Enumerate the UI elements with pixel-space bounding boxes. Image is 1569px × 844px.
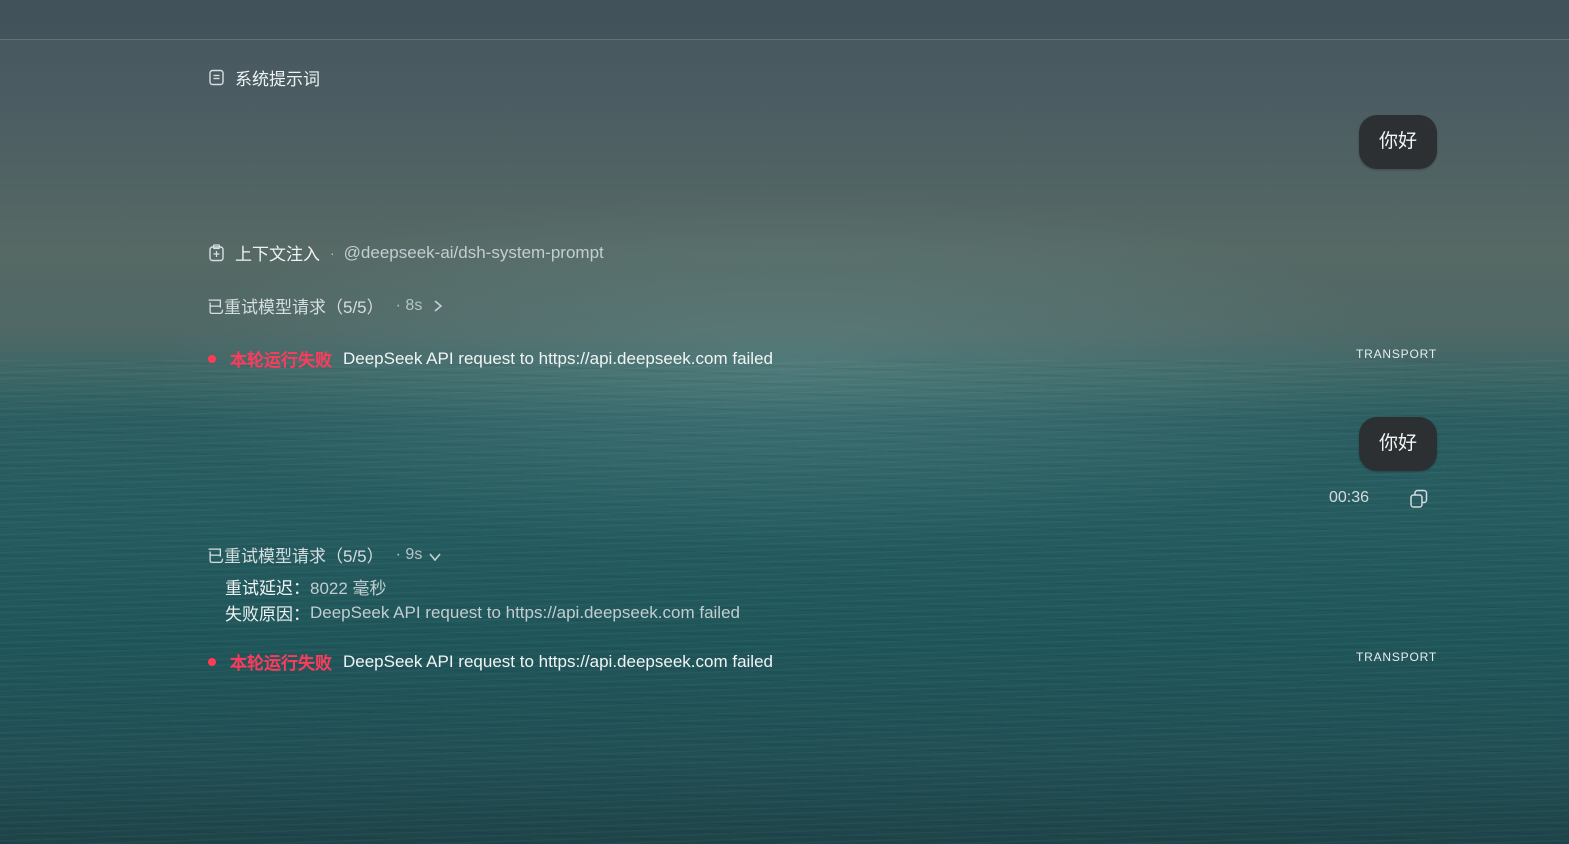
chevron-down-icon [428, 551, 442, 563]
retry-duration: · 8s [395, 296, 423, 314]
retry-detail-reason: 失败原因： DeepSeek API request to https://ap… [225, 600, 740, 625]
retry-detail-delay: 重试延迟： 8022 毫秒 [225, 574, 387, 599]
document-icon [207, 69, 225, 87]
retry-duration: · 9s [395, 545, 423, 563]
error-type-tag: TRANSPORT [1356, 650, 1437, 664]
message-timestamp: 00:36 [1329, 489, 1370, 506]
context-source: @deepseek-ai/dsh-system-prompt [343, 242, 604, 262]
system-prompt-row[interactable]: 系统提示词 [207, 65, 320, 90]
detail-value: DeepSeek API request to https://api.deep… [310, 602, 740, 622]
chevron-right-icon [432, 299, 444, 313]
clipboard-icon [207, 243, 225, 262]
error-label: 本轮运行失败 [230, 654, 332, 673]
context-injection-row[interactable]: 上下文注入 · @deepseek-ai/dsh-system-prompt [207, 240, 604, 265]
error-message: DeepSeek API request to https://api.deep… [343, 348, 773, 368]
ocean-background [0, 0, 1569, 844]
error-label: 本轮运行失败 [230, 351, 332, 370]
top-bar [0, 0, 1569, 40]
copy-icon[interactable] [1408, 488, 1430, 510]
user-message-bubble: 你好 [1358, 115, 1437, 169]
user-message-bubble: 你好 [1358, 417, 1437, 471]
context-injection-label: 上下文注入 [235, 245, 320, 264]
error-row: 本轮运行失败 DeepSeek API request to https://a… [208, 346, 773, 371]
retry-title: 已重试模型请求（5/5） [207, 547, 384, 566]
error-row: 本轮运行失败 DeepSeek API request to https://a… [208, 649, 773, 674]
retry-toggle[interactable]: 已重试模型请求（5/5） · 9s [207, 542, 442, 567]
error-message: DeepSeek API request to https://api.deep… [343, 651, 773, 671]
retry-toggle[interactable]: 已重试模型请求（5/5） · 8s [207, 293, 444, 318]
retry-title: 已重试模型请求（5/5） [207, 298, 384, 317]
detail-key: 失败原因： [225, 605, 310, 624]
error-dot-icon [208, 657, 216, 666]
detail-value: 8022 毫秒 [310, 579, 387, 598]
system-prompt-label: 系统提示词 [235, 70, 320, 89]
error-type-tag: TRANSPORT [1356, 347, 1437, 361]
detail-key: 重试延迟： [225, 579, 310, 598]
separator-dot: · [330, 244, 335, 261]
error-dot-icon [208, 354, 216, 363]
